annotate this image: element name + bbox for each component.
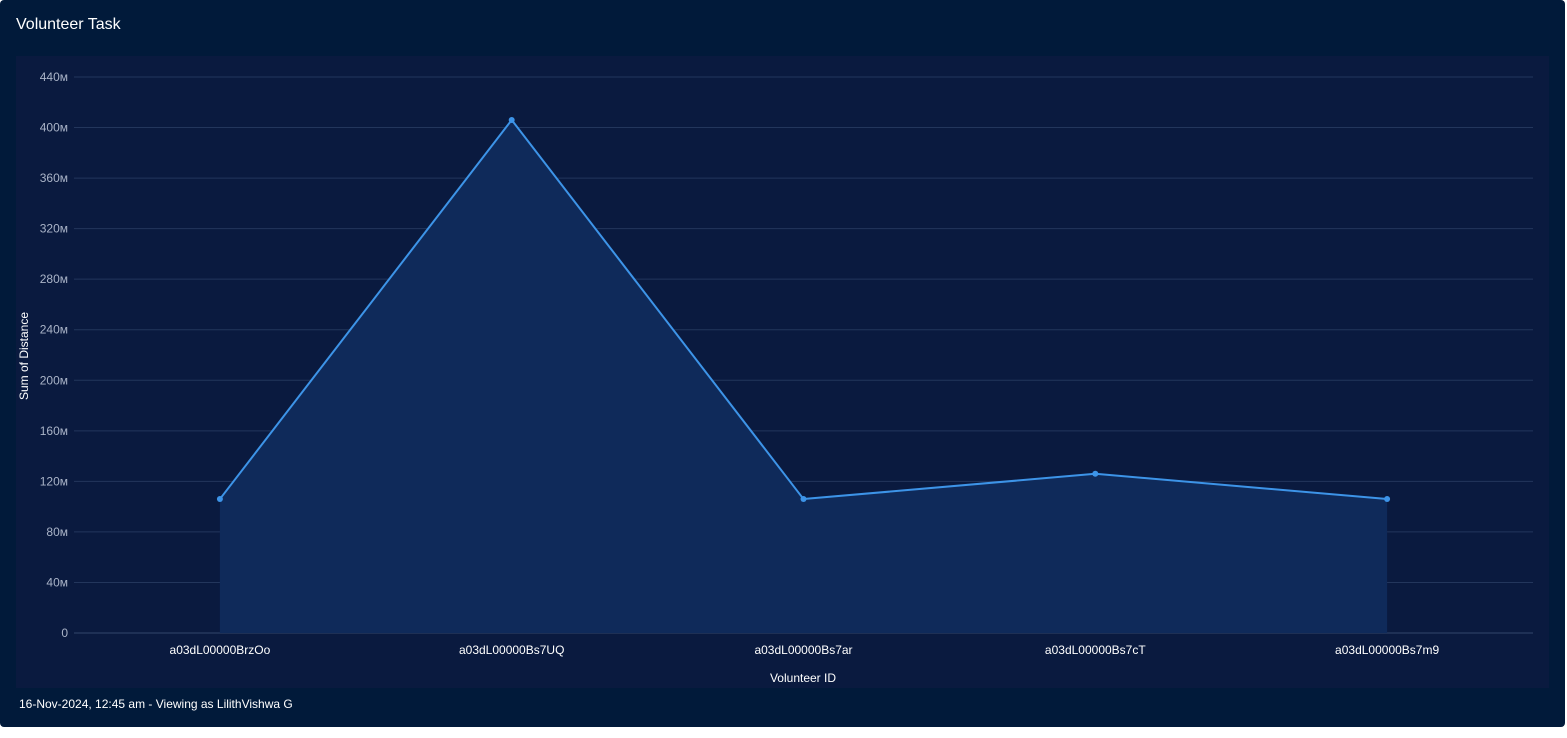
y-tick-label: 320м xyxy=(40,222,68,236)
series-area xyxy=(219,119,1388,634)
x-tick-label: a03dL00000Bs7cT xyxy=(1045,643,1146,657)
area-fill-layer xyxy=(219,119,1388,634)
y-tick-label: 440м xyxy=(40,70,68,84)
y-tick-label: 40м xyxy=(46,575,68,589)
y-tick-label: 200м xyxy=(40,373,68,387)
x-axis-title: Volunteer ID xyxy=(770,671,836,685)
x-axis-ticks: a03dL00000BrzOo a03dL00000Bs7UQ a03dL00000… xyxy=(170,643,1440,657)
x-tick-label: a03dL00000Bs7UQ xyxy=(459,643,564,657)
y-axis-title: Sum of Distance xyxy=(17,312,31,400)
x-tick-label: a03dL00000Bs7m9 xyxy=(1335,643,1439,657)
y-tick-label: 120м xyxy=(40,474,68,488)
data-point[interactable] xyxy=(1092,470,1099,477)
y-tick-label: 400м xyxy=(40,121,68,135)
y-tick-label: 240м xyxy=(40,323,68,337)
y-axis-ticks: 0 40м 80м 120м 160м 200м 240м 280м 320м 360м 400м 4… xyxy=(40,70,69,640)
x-tick-label: a03dL00000BrzOo xyxy=(170,643,271,657)
y-tick-label: 80м xyxy=(46,525,68,539)
y-tick-label: 0 xyxy=(61,626,68,640)
y-tick-label: 160м xyxy=(40,424,68,438)
card-title: Volunteer Task xyxy=(16,16,121,33)
volunteer-task-card: Volunteer Task 0 40м 80м 120м 160м 200м 240м 28… xyxy=(0,0,1565,727)
data-point[interactable] xyxy=(1384,496,1391,503)
line-chart: 0 40м 80м 120м 160м 200м 240м 280м 320м 360м 400м 4… xyxy=(17,70,1533,685)
chart-area: 0 40м 80м 120м 160м 200м 240м 280м 320м 360м 400м 4… xyxy=(16,56,1549,688)
y-tick-label: 280м xyxy=(40,272,68,286)
data-point[interactable] xyxy=(216,496,223,503)
footer-timestamp: 16-Nov-2024, 12:45 am - Viewing as Lilit… xyxy=(19,697,293,711)
y-tick-label: 360м xyxy=(40,171,68,185)
data-point[interactable] xyxy=(800,496,807,503)
x-tick-label: a03dL00000Bs7ar xyxy=(754,643,852,657)
data-point[interactable] xyxy=(508,116,515,123)
